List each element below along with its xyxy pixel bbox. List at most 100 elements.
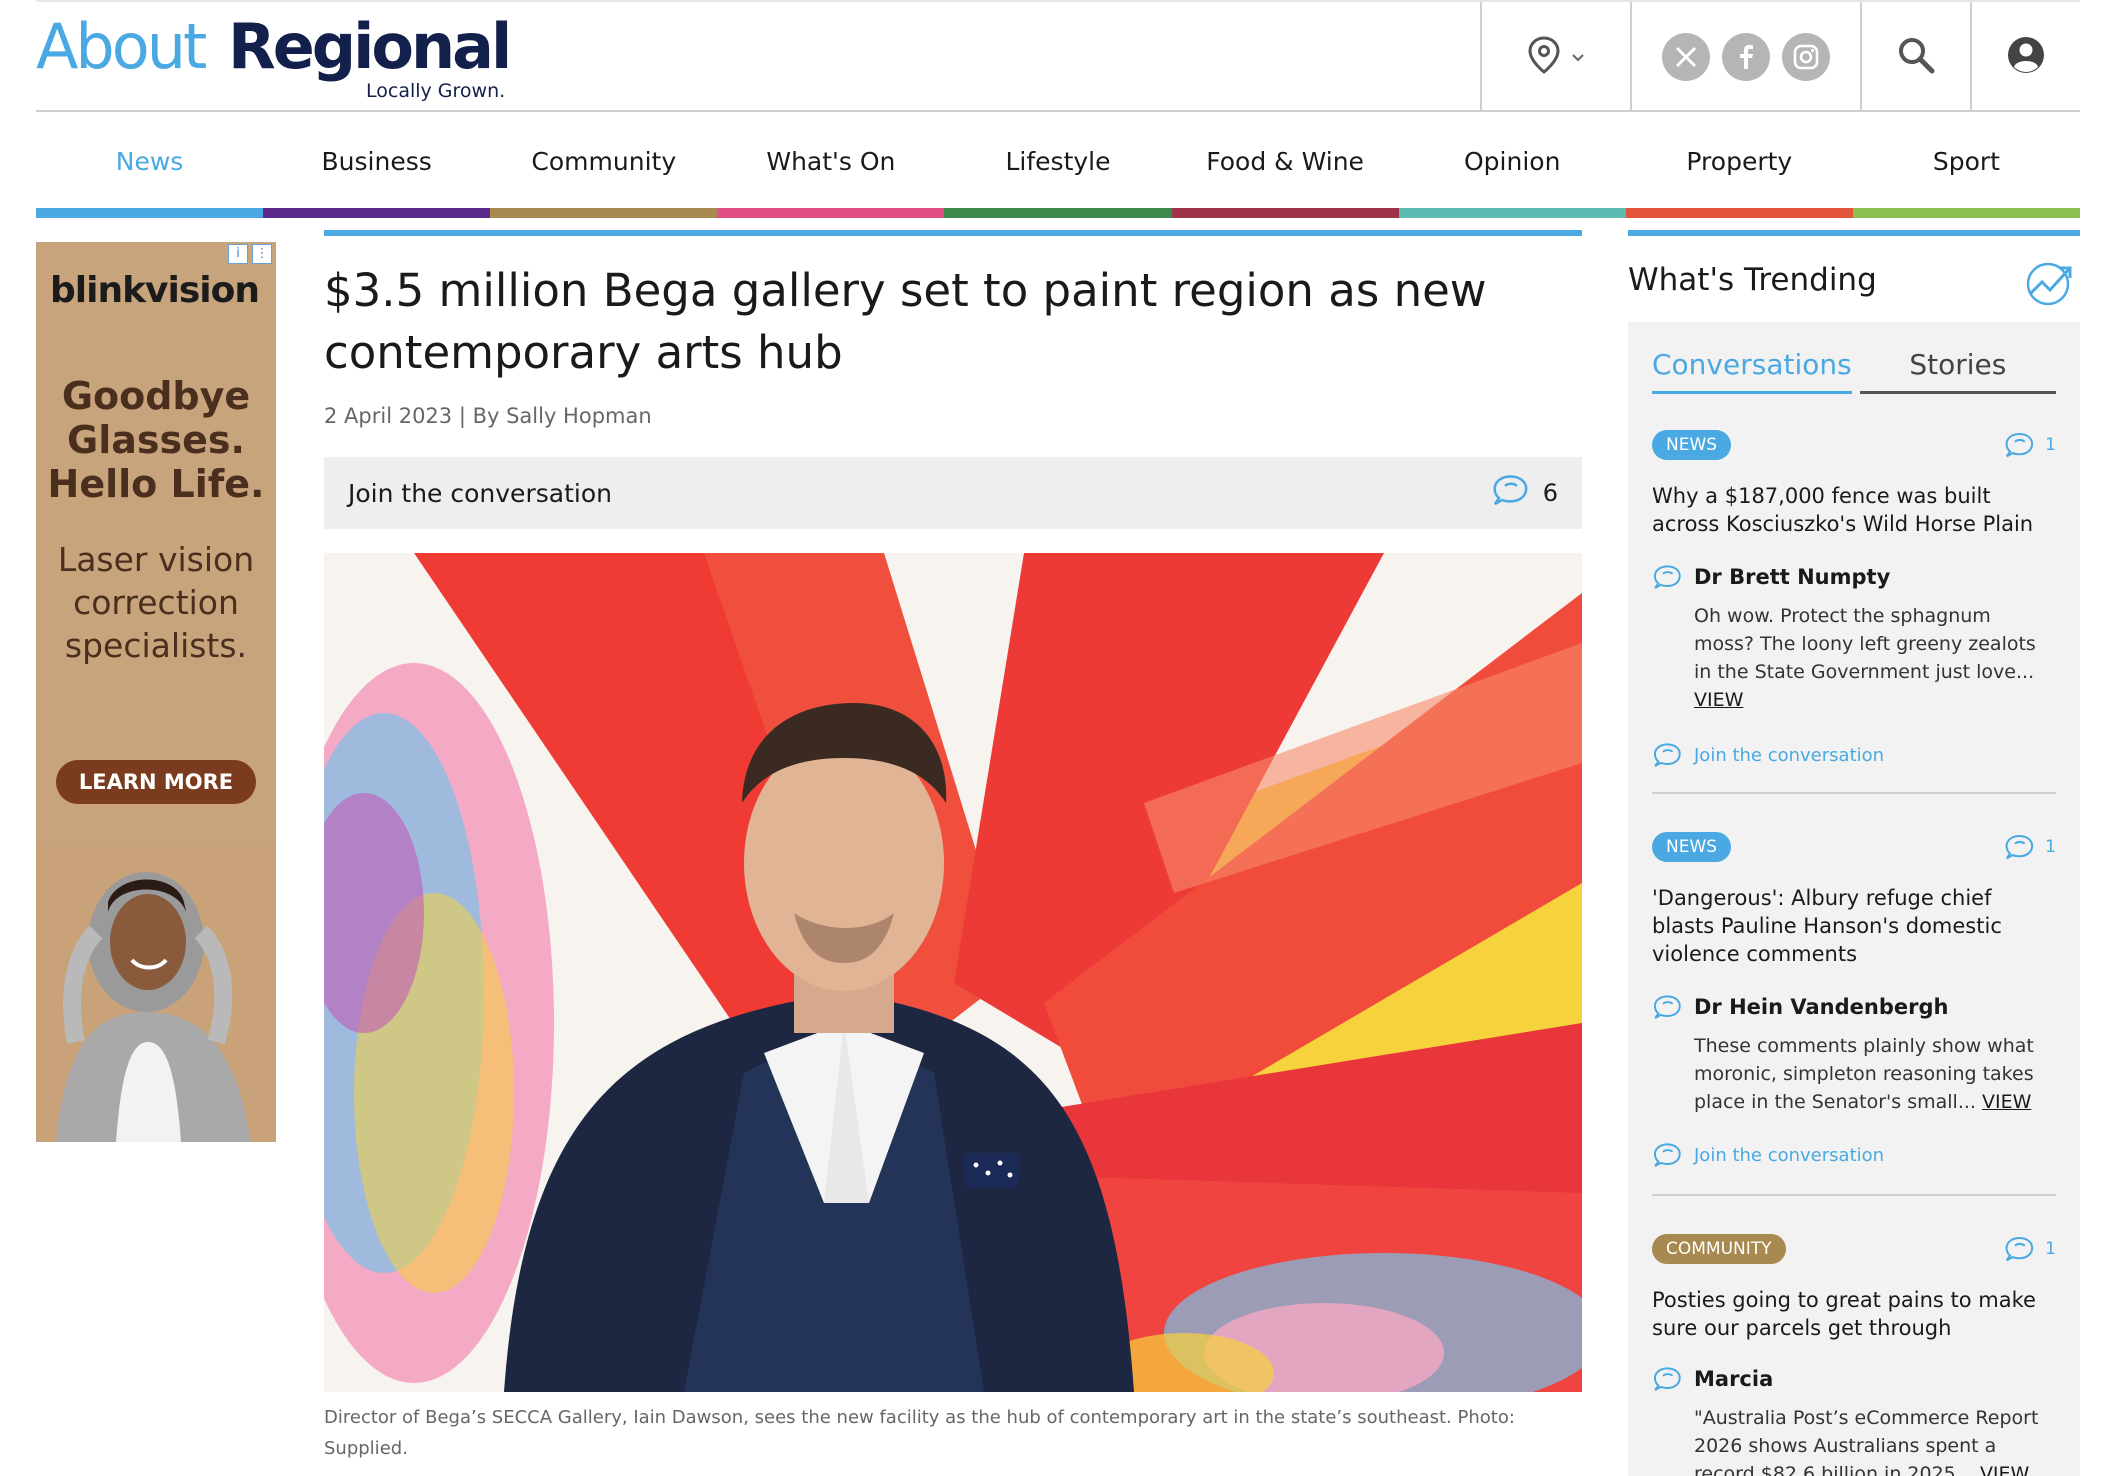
comment-bubble-icon xyxy=(1653,743,1681,767)
trending-icon xyxy=(2024,260,2078,310)
comment-bubble-icon xyxy=(1491,474,1529,512)
nav-item-business[interactable]: Business xyxy=(263,114,491,218)
nav-color-bar xyxy=(1625,208,1853,218)
view-comment-link[interactable]: VIEW xyxy=(1980,1463,2029,1476)
story-headline[interactable]: Posties going to great pains to make sur… xyxy=(1652,1286,2056,1342)
nav-color-bar xyxy=(944,208,1172,218)
x-icon[interactable] xyxy=(1662,33,1710,81)
tab-conversations[interactable]: Conversations xyxy=(1652,344,1852,394)
ad-subline: Laser vision correction specialists. xyxy=(36,538,276,667)
ad-headline: Goodbye Glasses. Hello Life. xyxy=(36,374,276,506)
story-comment-count[interactable]: 1 xyxy=(2003,1236,2056,1262)
story-comment-count-value: 1 xyxy=(2045,435,2056,455)
ad-headline-line: Hello Life. xyxy=(47,462,265,506)
nav-color-bar xyxy=(263,208,491,218)
story-headline[interactable]: 'Dangerous': Albury refuge chief blasts … xyxy=(1652,884,2056,968)
account-button[interactable] xyxy=(1970,2,2080,112)
comment-bubble-icon xyxy=(1653,995,1681,1019)
article-meta: 2 April 2023 | By Sally Hopman xyxy=(324,404,652,428)
comment-bubble-icon xyxy=(1653,565,1681,589)
comment-bubble-icon xyxy=(2005,835,2034,860)
comment-text: Oh wow. Protect the sphagnum moss? The l… xyxy=(1694,605,2036,683)
instagram-icon[interactable] xyxy=(1782,33,1830,81)
comment-bubble-icon xyxy=(2005,1237,2034,1262)
comment-author-row: Dr Brett Numpty xyxy=(1652,564,1890,590)
nav-label: Lifestyle xyxy=(1005,146,1111,176)
photo-caption: Director of Bega’s SECCA Gallery, Iain D… xyxy=(324,1407,1515,1459)
article-title: $3.5 million Bega gallery set to paint r… xyxy=(324,264,1487,379)
nav-item-opinion[interactable]: Opinion xyxy=(1398,114,1626,218)
location-selector[interactable] xyxy=(1480,2,1630,112)
site-header: About Regional Locally Grown. xyxy=(36,0,2080,112)
nav-label: Business xyxy=(321,146,432,176)
main-nav: News Business Community What's On Lifest… xyxy=(36,114,2080,218)
ad-subline-line: Laser vision xyxy=(57,540,255,579)
comment-author-row: Marcia xyxy=(1652,1366,1773,1392)
category-badge[interactable]: NEWS xyxy=(1652,430,1732,460)
nav-color-bar xyxy=(1171,208,1399,218)
logo-about-text: About xyxy=(36,10,207,83)
ad-choices[interactable]: i ⋮ xyxy=(228,244,272,264)
chevron-down-icon xyxy=(1571,48,1585,67)
nav-item-news[interactable]: News xyxy=(36,114,264,218)
comment-bubble-icon xyxy=(2005,433,2034,458)
tab-stories[interactable]: Stories xyxy=(1859,344,2056,394)
comment-author-row: Dr Hein Vandenbergh xyxy=(1652,994,1948,1020)
category-badge[interactable]: COMMUNITY xyxy=(1652,1234,1786,1264)
ad-subline-line: correction xyxy=(73,583,239,622)
nav-color-bar xyxy=(1852,208,2080,218)
story-comment-count-value: 1 xyxy=(2045,837,2056,857)
view-comment-link[interactable]: VIEW xyxy=(1694,689,1743,711)
category-badge[interactable]: NEWS xyxy=(1652,832,1732,862)
ad-menu-icon[interactable]: ⋮ xyxy=(252,244,272,264)
nav-color-bar xyxy=(36,208,264,218)
story-divider xyxy=(1652,792,2056,794)
story-headline[interactable]: Why a $187,000 fence was built across Ko… xyxy=(1652,482,2056,538)
ad-headline-line: Glasses. xyxy=(67,418,245,462)
nav-item-sport[interactable]: Sport xyxy=(1852,114,2080,218)
comment-author: Dr Hein Vandenbergh xyxy=(1694,995,1949,1019)
nav-item-property[interactable]: Property xyxy=(1625,114,1853,218)
join-conversation-link[interactable]: Join the conversation xyxy=(1652,1142,1884,1168)
ad-headline-line: Goodbye xyxy=(61,374,251,418)
comment-bubble-icon xyxy=(1653,1367,1681,1391)
facebook-icon[interactable] xyxy=(1722,33,1770,81)
location-pin-icon xyxy=(1527,36,1561,78)
join-conversation-bar[interactable]: Join the conversation 6 xyxy=(324,457,1582,529)
comment-excerpt: These comments plainly show what moronic… xyxy=(1694,1032,2056,1116)
comment-author: Marcia xyxy=(1694,1367,1774,1391)
nav-item-food-wine[interactable]: Food & Wine xyxy=(1171,114,1399,218)
hero-image xyxy=(324,553,1582,1392)
ad-info-icon[interactable]: i xyxy=(228,244,248,264)
ad-learn-more-button[interactable]: LEARN MORE xyxy=(56,760,256,804)
comment-author: Dr Brett Numpty xyxy=(1694,565,1891,589)
nav-label: Property xyxy=(1686,146,1793,176)
ad-brand-logo: blinkvision xyxy=(50,270,260,311)
article-hero-photo xyxy=(324,553,1582,1392)
nav-item-community[interactable]: Community xyxy=(490,114,718,218)
user-icon xyxy=(2007,36,2045,78)
trending-story: COMMUNITY 1 Posties going to great pains… xyxy=(1652,1234,2056,1476)
story-comment-count[interactable]: 1 xyxy=(2003,432,2056,458)
search-button[interactable] xyxy=(1860,2,1970,112)
comment-bubble-icon xyxy=(1653,1143,1681,1167)
story-comment-count[interactable]: 1 xyxy=(2003,834,2056,860)
nav-label: News xyxy=(115,146,184,176)
comment-count-value: 6 xyxy=(1542,479,1558,507)
trending-story: NEWS 1 Why a $187,000 fence was built ac… xyxy=(1652,430,2056,767)
join-conversation-label: Join the conversation xyxy=(1694,744,1885,766)
whats-trending-title: What's Trending xyxy=(1628,262,1877,298)
trending-panel: Conversations Stories NEWS 1 Why a $187,… xyxy=(1628,322,2080,1476)
social-links xyxy=(1630,2,1860,112)
comment-excerpt: Oh wow. Protect the sphagnum moss? The l… xyxy=(1694,602,2056,714)
comment-count[interactable]: 6 xyxy=(1491,474,1558,512)
nav-label: Opinion xyxy=(1463,146,1561,176)
join-conversation-label: Join the conversation xyxy=(1694,1144,1885,1166)
nav-item-whats-on[interactable]: What's On xyxy=(717,114,945,218)
advertisement[interactable]: blinkvision i ⋮ Goodbye Glasses. Hello L… xyxy=(36,242,276,1142)
view-comment-link[interactable]: VIEW xyxy=(1982,1091,2031,1113)
article-top-rule xyxy=(324,230,1582,236)
join-conversation-link[interactable]: Join the conversation xyxy=(1652,742,1884,768)
nav-item-lifestyle[interactable]: Lifestyle xyxy=(944,114,1172,218)
nav-color-bar xyxy=(1398,208,1626,218)
